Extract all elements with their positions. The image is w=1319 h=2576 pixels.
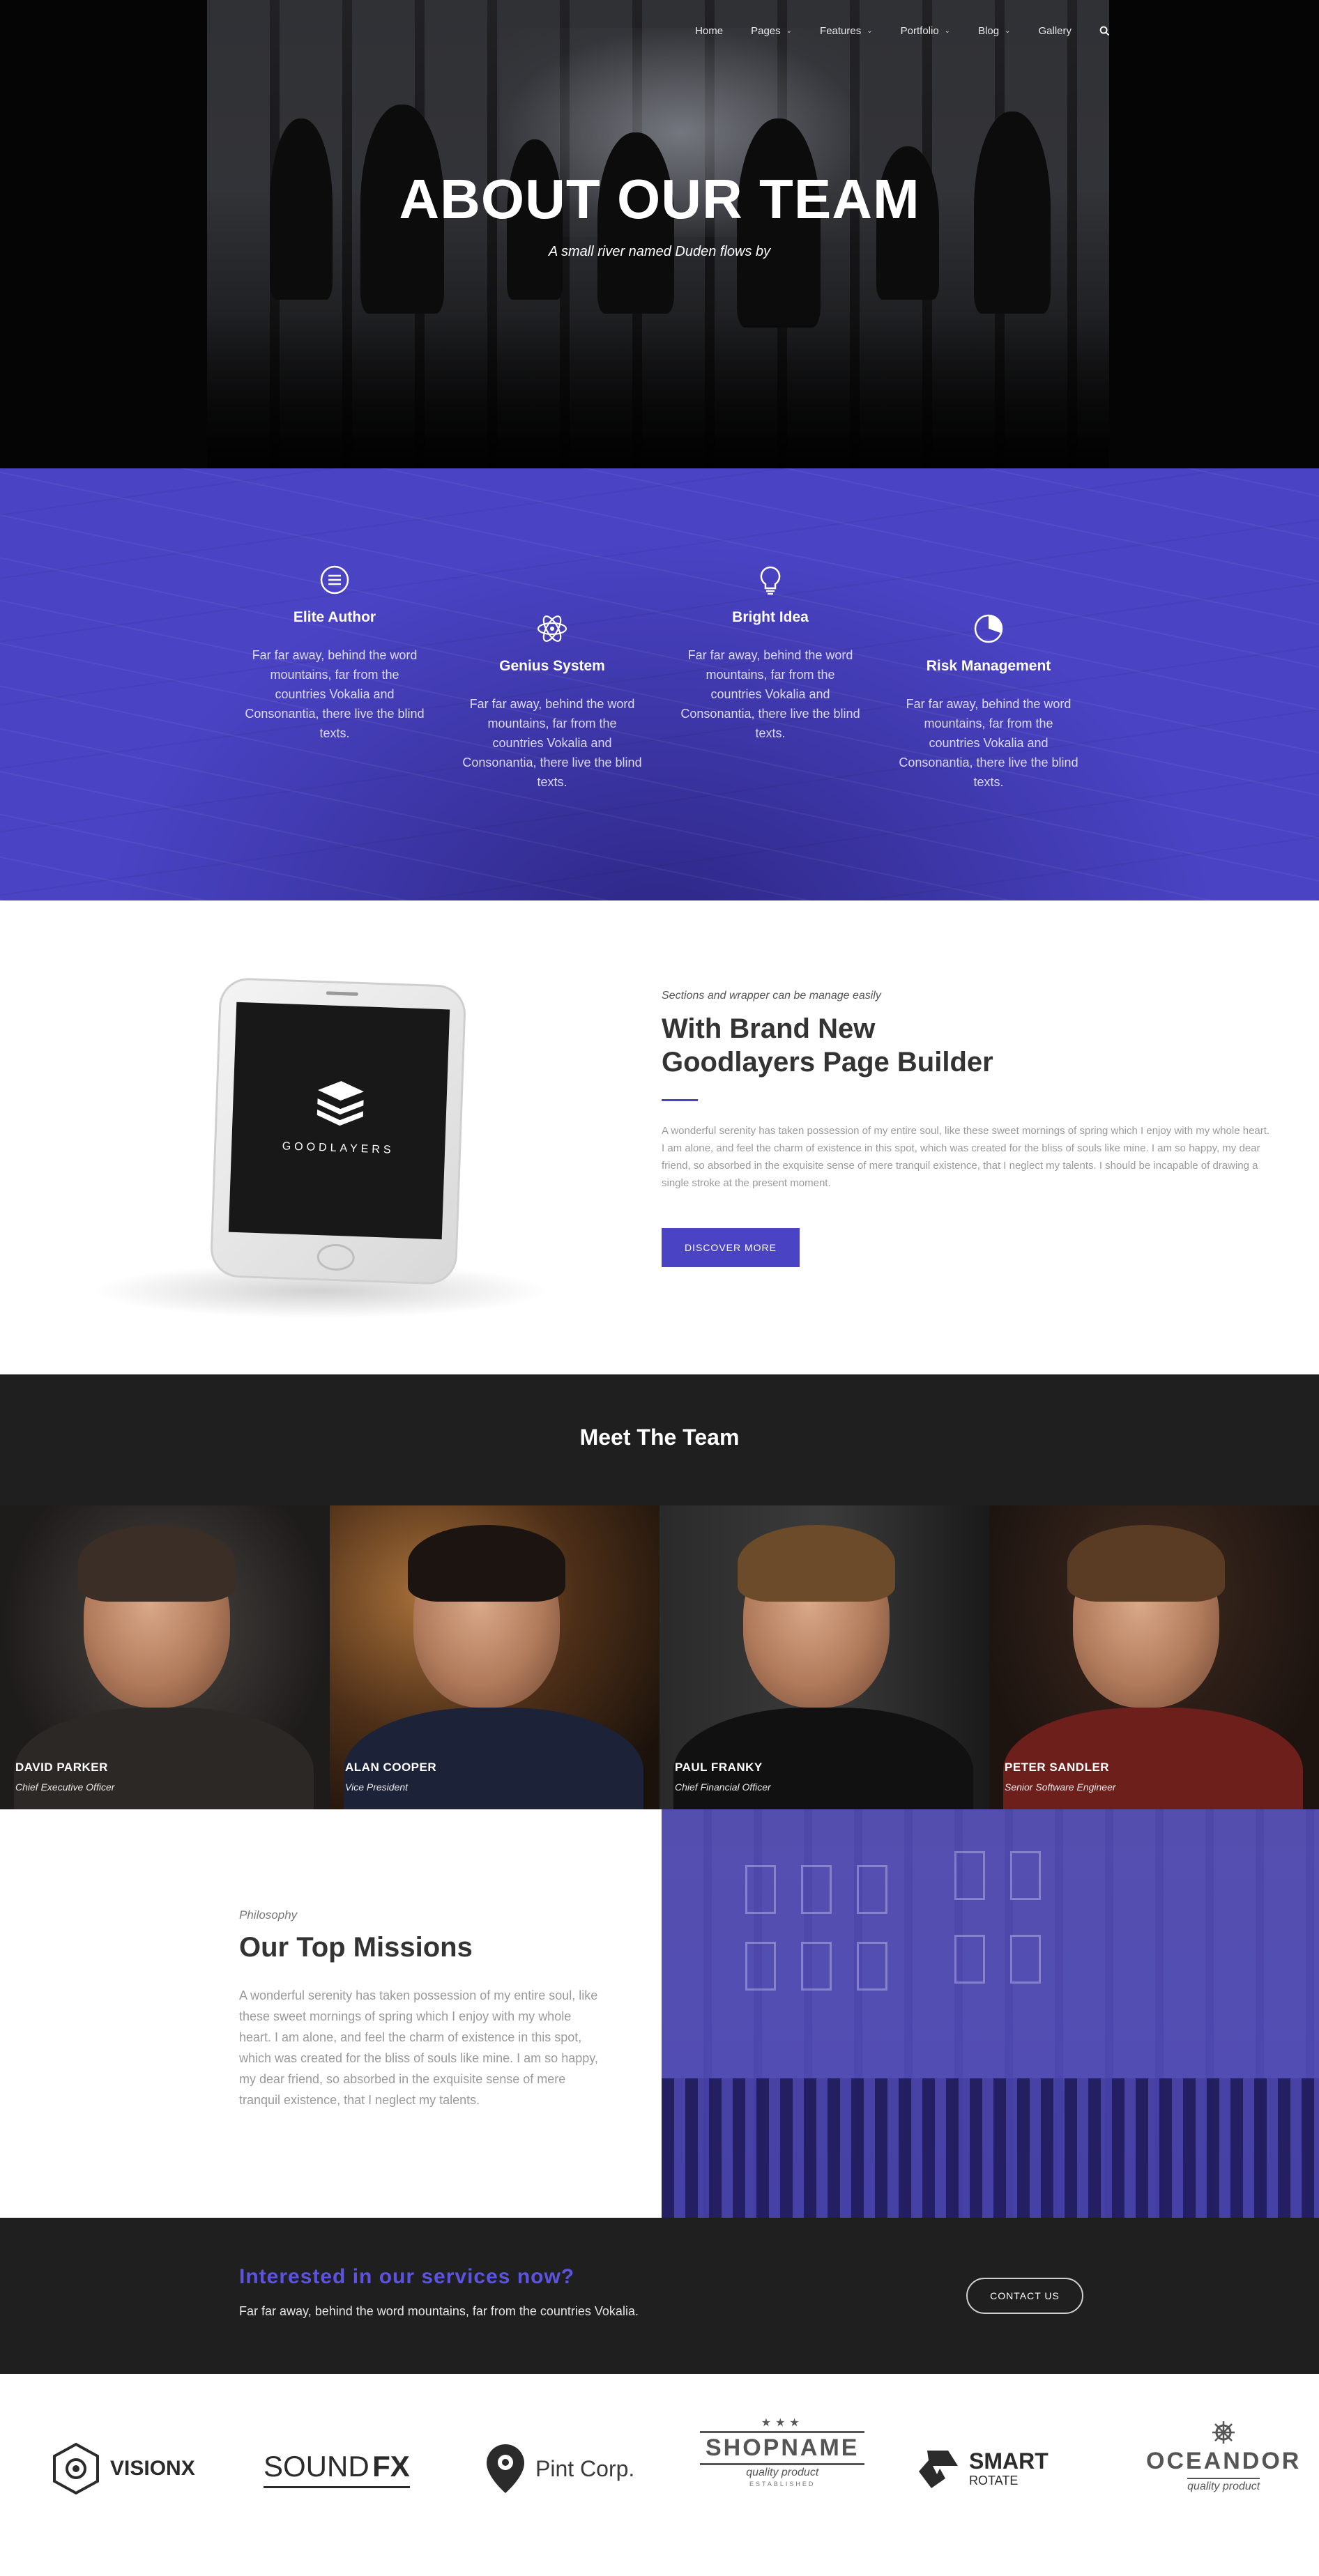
features-section: Elite Author Far far away, behind the wo…: [0, 468, 1319, 900]
stars-icon: ★★★: [761, 2417, 804, 2429]
smart-rotate-logo-icon: [919, 2451, 958, 2488]
page-subtitle: A small river named Duden flows by: [548, 244, 771, 259]
team-member-card[interactable]: ALAN COOPER Vice President: [330, 1505, 660, 1809]
member-role: Senior Software Engineer: [1005, 1781, 1116, 1793]
builder-title: With Brand New Goodlayers Page Builder: [662, 1013, 993, 1078]
feature-title: Elite Author: [293, 609, 376, 625]
chevron-down-icon: ⌄: [944, 27, 951, 35]
logo-smart-rotate: SMART ROTATE: [917, 2434, 1049, 2504]
missions-kicker: Philosophy: [239, 1908, 298, 1922]
discover-more-button[interactable]: DISCOVER MORE: [662, 1228, 800, 1267]
ship-wheel-icon: [1212, 2421, 1235, 2444]
member-name: DAVID PARKER: [15, 1761, 108, 1774]
hero-section: Home Pages ⌄ Features ⌄ Portfolio ⌄ Blog ⌄ G…: [0, 0, 1319, 468]
search-icon[interactable]: [1099, 26, 1110, 36]
builder-description: A wonderful serenity has taken possessio…: [662, 1125, 1270, 1189]
member-name: ALAN COOPER: [345, 1761, 437, 1774]
member-role: Vice President: [345, 1781, 409, 1793]
street-photo: [662, 1809, 1319, 2218]
team-member-card[interactable]: PAUL FRANKY Chief Financial Officer: [660, 1505, 989, 1809]
missions-description: A wonderful serenity has taken possessio…: [239, 1988, 598, 2107]
main-nav: Home Pages ⌄ Features ⌄ Portfolio ⌄ Blog ⌄ G…: [695, 25, 1110, 37]
chevron-down-icon: ⌄: [867, 27, 873, 35]
menu-circle-icon: [320, 565, 349, 595]
phone-brand-text: GOODLAYERS: [282, 1140, 395, 1156]
logo-visionx: VISIONX: [52, 2434, 195, 2504]
atom-icon: [537, 615, 567, 642]
member-name: PETER SANDLER: [1005, 1761, 1110, 1774]
member-name: PAUL FRANKY: [675, 1761, 763, 1774]
builder-kicker: Sections and wrapper can be manage easil…: [662, 990, 881, 1002]
contact-us-button[interactable]: CONTACT US: [966, 2278, 1083, 2314]
feature-text: Far far away, behind the word mountains,…: [462, 697, 642, 789]
team-heading: Meet The Team: [579, 1425, 740, 1450]
feature-title: Genius System: [499, 658, 605, 674]
visionx-logo-icon: [53, 2442, 99, 2495]
team-member-card[interactable]: DAVID PARKER Chief Executive Officer: [0, 1505, 330, 1809]
logo-soundfx: SOUND FX: [264, 2434, 410, 2504]
lightbulb-icon: [760, 566, 781, 595]
feature-title: Risk Management: [926, 658, 1051, 674]
member-role: Chief Financial Officer: [675, 1781, 771, 1793]
title-divider: [662, 1099, 698, 1101]
nav-item-pages[interactable]: Pages ⌄: [751, 25, 792, 37]
nav-item-portfolio[interactable]: Portfolio ⌄: [901, 25, 950, 37]
logo-pint-corp: Pint Corp.: [485, 2434, 634, 2504]
cta-section: Interested in our services now? Far far …: [0, 2218, 1319, 2374]
feature-text: Far far away, behind the word mountains,…: [245, 648, 425, 740]
nav-item-blog[interactable]: Blog ⌄: [978, 25, 1010, 37]
pie-chart-icon: [974, 614, 1003, 643]
feature-risk-management: Risk Management Far far away, behind the…: [898, 612, 1079, 792]
page-builder-section: GOODLAYERS Sections and wrapper can be m…: [0, 900, 1319, 1374]
nav-item-home[interactable]: Home: [695, 25, 723, 37]
chevron-down-icon: ⌄: [1005, 27, 1011, 35]
team-header: Meet The Team: [0, 1374, 1319, 1505]
map-pin-icon: [487, 2444, 524, 2493]
nav-item-features[interactable]: Features ⌄: [820, 25, 873, 37]
feature-elite-author: Elite Author Far far away, behind the wo…: [244, 563, 425, 743]
phone-mockup-image: GOODLAYERS: [209, 976, 467, 1286]
logo-oceandor: OCEANDOR quality product: [1146, 2420, 1301, 2517]
page-title: ABOUT OUR TEAM: [399, 168, 920, 230]
member-role: Chief Executive Officer: [15, 1781, 115, 1793]
cta-title: Interested in our services now?: [239, 2265, 575, 2288]
nav-item-gallery[interactable]: Gallery: [1038, 25, 1072, 37]
client-logos: VISIONX SOUND FX Pint Corp. ★★★ SHOPNAME…: [0, 2374, 1319, 2576]
missions-title: Our Top Missions: [239, 1932, 473, 1963]
feature-text: Far far away, behind the word mountains,…: [899, 697, 1078, 789]
feature-bright-idea: Bright Idea Far far away, behind the wor…: [680, 563, 861, 743]
cta-text: Far far away, behind the word mountains,…: [239, 2304, 639, 2318]
feature-title: Bright Idea: [732, 609, 809, 625]
chevron-down-icon: ⌄: [786, 27, 793, 35]
team-grid: DAVID PARKER Chief Executive Officer ALA…: [0, 1505, 1319, 1809]
feature-text: Far far away, behind the word mountains,…: [680, 648, 860, 740]
feature-genius-system: Genius System Far far away, behind the w…: [462, 612, 643, 792]
hero-background-photo: [207, 0, 1109, 468]
logo-shopname: ★★★ SHOPNAME quality product ESTABLISHED: [700, 2416, 865, 2520]
goodlayers-logo-icon: [317, 1081, 365, 1126]
missions-section: Philosophy Our Top Missions A wonderful …: [0, 1809, 1319, 2218]
team-member-card[interactable]: PETER SANDLER Senior Software Engineer: [989, 1505, 1319, 1809]
